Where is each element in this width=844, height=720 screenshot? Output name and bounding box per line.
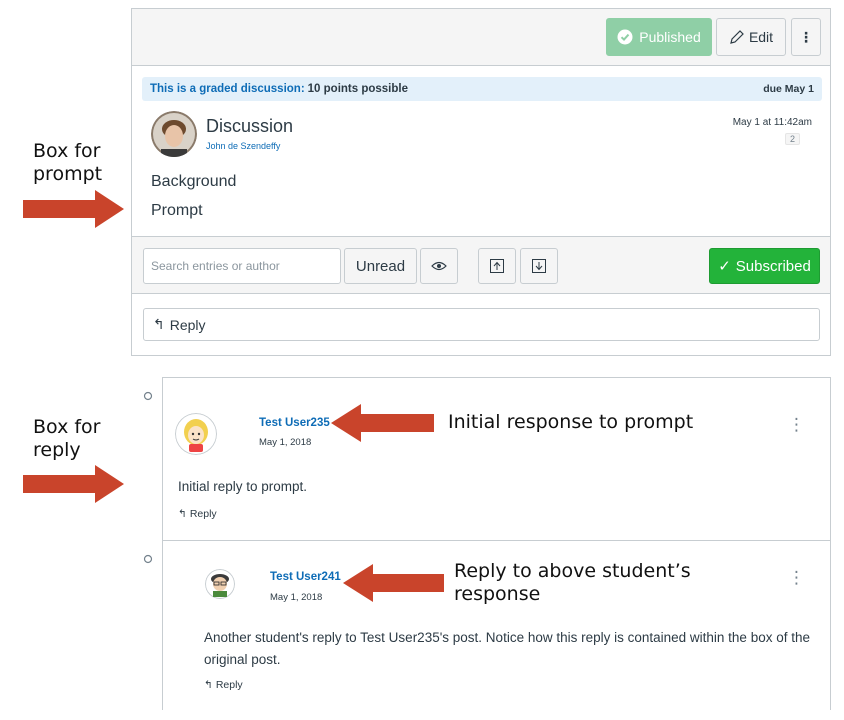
reply-label: Reply	[169, 316, 206, 333]
entry-date: May 1, 2018	[259, 437, 312, 448]
annotation-reply-to-response: Reply to above student’s response	[454, 560, 691, 605]
toggle-visibility-button[interactable]	[420, 248, 458, 284]
entry-reply-button[interactable]: ↰ Reply	[178, 508, 217, 520]
annotation-initial-response: Initial response to prompt	[448, 411, 694, 433]
more-options-button[interactable]: ⋮	[791, 18, 821, 56]
user-avatar[interactable]	[175, 413, 217, 455]
collapse-all-button[interactable]	[478, 248, 516, 284]
entry-author[interactable]: Test User235	[259, 417, 330, 429]
thread-marker-icon	[143, 391, 153, 401]
reply-arrow-icon: ↰	[178, 508, 187, 520]
subscribed-label: Subscribed	[735, 257, 811, 275]
published-label: Published	[639, 29, 701, 45]
kebab-icon: ⋮	[799, 28, 813, 45]
graded-lead: This is a graded discussion:	[150, 83, 305, 95]
reply-label: Reply	[189, 508, 217, 520]
reply-arrow-icon: ↰	[153, 316, 165, 332]
thread-marker-icon	[143, 554, 153, 564]
topic-reply-box[interactable]: ↰ Reply	[143, 308, 820, 341]
unread-count-badge: 2	[784, 133, 800, 145]
topic-title: Discussion	[206, 116, 294, 136]
topic-body-background: Background	[151, 173, 237, 190]
expand-all-button[interactable]	[520, 248, 558, 284]
annotation-arrow-left	[331, 404, 434, 442]
check-circle-icon	[617, 29, 633, 45]
subscribed-button[interactable]: ✓ Subscribed	[709, 248, 820, 284]
topic-body-prompt: Prompt	[151, 202, 203, 219]
graded-discussion-banner: This is a graded discussion: 10 points p…	[142, 77, 822, 101]
due-date: due May 1	[763, 83, 814, 95]
annotation-arrow-right	[23, 190, 124, 228]
author-avatar[interactable]	[151, 111, 197, 157]
checkmark-icon: ✓	[718, 258, 731, 275]
topic-author[interactable]: John de Szendeffy	[206, 141, 280, 151]
edit-label: Edit	[748, 29, 774, 45]
discussion-topic-panel: Published Edit ⋮ This is a graded discus…	[131, 8, 831, 356]
eye-icon	[431, 261, 447, 271]
graded-points: 10 points possible	[307, 83, 408, 95]
pencil-icon	[730, 30, 744, 44]
search-entries-input[interactable]: Search entries or author	[143, 248, 341, 284]
annotation-box-for-reply: Box for reply	[33, 416, 101, 461]
user-avatar[interactable]	[205, 569, 235, 599]
topic-timestamp: May 1 at 11:42am	[732, 117, 812, 128]
published-button[interactable]: Published	[606, 18, 712, 56]
entry-message: Another student's reply to Test User235'…	[204, 630, 810, 667]
arrow-down-box-icon	[532, 259, 546, 273]
edit-button[interactable]: Edit	[716, 18, 786, 56]
annotation-arrow-right	[23, 465, 124, 503]
entry-options-icon[interactable]: ⋮	[788, 568, 805, 588]
filter-bar: Search entries or author Unread ✓ Subscr…	[132, 236, 830, 294]
annotation-box-for-prompt: Box for prompt	[33, 140, 103, 185]
unread-filter-button[interactable]: Unread	[344, 248, 417, 284]
reply-arrow-icon: ↰	[204, 679, 213, 691]
arrow-up-box-icon	[490, 259, 504, 273]
topic-toolbar: Published Edit ⋮	[132, 9, 830, 66]
entry-options-icon[interactable]: ⋮	[788, 415, 805, 435]
entry-date: May 1, 2018	[270, 592, 323, 603]
reply-label: Reply	[215, 679, 243, 691]
annotation-arrow-left	[343, 564, 444, 602]
entry-reply-button[interactable]: ↰ Reply	[204, 679, 243, 691]
entry-author[interactable]: Test User241	[270, 571, 341, 583]
entry-message: Initial reply to prompt.	[178, 479, 308, 494]
